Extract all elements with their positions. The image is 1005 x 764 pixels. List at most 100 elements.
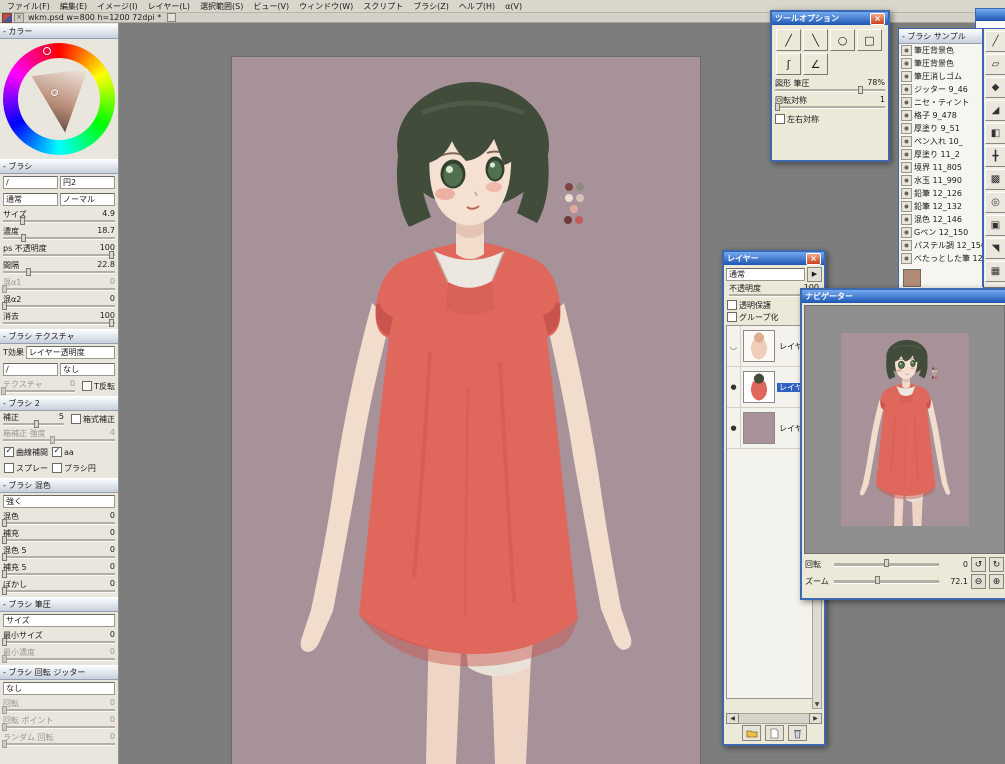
menu-item[interactable]: 編集(E) bbox=[55, 0, 92, 13]
zoom-in-button[interactable] bbox=[989, 574, 1004, 589]
aa-checkbox[interactable]: aa bbox=[52, 447, 74, 457]
color-swatch[interactable] bbox=[903, 269, 921, 287]
shape-tool-button[interactable] bbox=[830, 29, 855, 51]
slider-handle[interactable] bbox=[21, 234, 27, 242]
jitter-mode-select[interactable]: なし bbox=[3, 682, 115, 695]
brush-mode-select[interactable]: 通常 bbox=[3, 193, 58, 206]
mix-mode-select[interactable]: 強く bbox=[3, 495, 115, 508]
layer-thumbnail[interactable] bbox=[743, 412, 775, 444]
new-folder-button[interactable] bbox=[742, 725, 761, 741]
brush-sample-item[interactable]: 鉛筆 12_126 bbox=[899, 187, 983, 200]
texture-name-box[interactable]: なし bbox=[60, 363, 115, 376]
brush-texture-section-header[interactable]: - ブラシ テクスチャ bbox=[0, 329, 118, 344]
brush-param-slider[interactable]: 消去 100 bbox=[0, 310, 118, 327]
advanced-panel-button[interactable]: ▶ bbox=[807, 267, 822, 282]
slider-handle[interactable] bbox=[775, 103, 781, 111]
layer-thumbnail[interactable] bbox=[743, 371, 775, 403]
slider-handle[interactable] bbox=[2, 519, 8, 527]
color-wheel[interactable] bbox=[3, 43, 115, 155]
pressure-mode-select[interactable]: サイズ bbox=[3, 614, 115, 627]
layer-thumbnail[interactable] bbox=[743, 330, 775, 362]
tool-button[interactable] bbox=[985, 238, 1005, 259]
slider-handle[interactable] bbox=[2, 553, 8, 561]
brush-sample-item[interactable]: 筆圧消しゴム bbox=[899, 70, 983, 83]
layer-visibility-eye-icon[interactable] bbox=[727, 367, 741, 407]
sliver-titlebar[interactable] bbox=[976, 9, 1005, 21]
brush-sample-item[interactable]: 厚塗り 11_2 bbox=[899, 148, 983, 161]
texture-effect-select[interactable]: レイヤー透明度 bbox=[25, 346, 115, 359]
brush-name-box[interactable]: 円2 bbox=[60, 176, 115, 189]
mix-param-slider[interactable]: 補充 0 bbox=[0, 527, 118, 544]
slider-handle[interactable] bbox=[2, 706, 8, 714]
blend-mode-select[interactable]: 通常 bbox=[726, 268, 805, 281]
tool-button[interactable] bbox=[985, 77, 1005, 98]
tool-button[interactable] bbox=[985, 146, 1005, 167]
scroll-left-icon[interactable]: ◀ bbox=[726, 713, 739, 724]
navigator-titlebar[interactable]: ナビゲーター bbox=[802, 290, 1005, 303]
slider-handle[interactable] bbox=[857, 86, 863, 94]
brush-param-slider[interactable]: 混α1 0 bbox=[0, 276, 118, 293]
slider-handle[interactable] bbox=[883, 558, 889, 567]
shape-tool-button[interactable] bbox=[776, 53, 801, 75]
brush-sample-item[interactable]: べたっとした筆 12_157 bbox=[899, 252, 983, 265]
layers-titlebar[interactable]: レイヤー × bbox=[724, 252, 824, 265]
new-tab-button[interactable] bbox=[167, 13, 177, 22]
slider-handle[interactable] bbox=[108, 251, 114, 259]
document-tab[interactable]: wkm.psd w=800 h=1200 72dpi * bbox=[28, 13, 161, 22]
slider-handle[interactable] bbox=[2, 587, 8, 595]
correction-slider[interactable]: 補正 5 bbox=[0, 411, 67, 428]
scroll-track[interactable] bbox=[739, 713, 809, 724]
slider-handle[interactable] bbox=[2, 536, 8, 544]
slider-handle[interactable] bbox=[1, 386, 7, 395]
layer-visibility-eye-icon[interactable] bbox=[727, 408, 741, 448]
menu-item[interactable]: ビュー(V) bbox=[248, 0, 294, 13]
slider-handle[interactable] bbox=[875, 575, 881, 584]
brush-sample-item[interactable]: 水玉 11_990 bbox=[899, 174, 983, 187]
tool-button[interactable] bbox=[985, 31, 1005, 52]
brush-sample-item[interactable]: 境界 11_805 bbox=[899, 161, 983, 174]
group-checkbox[interactable]: グループ化 bbox=[727, 312, 779, 323]
brush-sample-item[interactable]: 混色 12_146 bbox=[899, 213, 983, 226]
brush-param-slider[interactable]: ps 不透明度 100 bbox=[0, 242, 118, 259]
menu-item[interactable]: スクリプト bbox=[358, 0, 408, 13]
jitter-param-slider[interactable]: ランダム 回転 0 bbox=[0, 731, 118, 748]
tool-button[interactable] bbox=[985, 123, 1005, 144]
brush-sample-item[interactable]: 格子 9_478 bbox=[899, 109, 983, 122]
slider-handle[interactable] bbox=[2, 655, 8, 663]
brush-param-slider[interactable]: サイズ 4.9 bbox=[0, 208, 118, 225]
texture-strength-slider[interactable]: テクスチャ 0 bbox=[0, 378, 78, 395]
close-button[interactable]: × bbox=[806, 252, 821, 265]
menu-item[interactable]: イメージ(I) bbox=[92, 0, 142, 13]
shape-tool-button[interactable] bbox=[776, 29, 801, 51]
curve-interp-checkbox[interactable]: 曲線補間 bbox=[4, 447, 48, 458]
spray-checkbox[interactable]: スプレー bbox=[4, 463, 48, 474]
shape-pressure-slider[interactable]: 図形 筆圧 78% bbox=[772, 77, 888, 94]
layer-visibility-eye-icon[interactable] bbox=[727, 326, 741, 366]
tool-button[interactable] bbox=[985, 261, 1005, 282]
canvas-artwork[interactable] bbox=[232, 57, 700, 764]
menu-item[interactable]: ブラシ(Z) bbox=[408, 0, 454, 13]
jitter-param-slider[interactable]: 回転 0 bbox=[0, 697, 118, 714]
brush-samples-header[interactable]: - ブラシ サンプル bbox=[899, 29, 983, 44]
rotate-cw-button[interactable] bbox=[989, 557, 1004, 572]
brush-circle-checkbox[interactable]: ブラシ円 bbox=[52, 463, 96, 474]
mix-param-slider[interactable]: 補充 5 0 bbox=[0, 561, 118, 578]
texture-invert-checkbox[interactable]: T反転 bbox=[82, 381, 115, 392]
brush-sample-item[interactable]: 筆圧背景色 bbox=[899, 44, 983, 57]
delete-layer-button[interactable] bbox=[788, 725, 807, 741]
tool-button[interactable] bbox=[985, 192, 1005, 213]
brush-jitter-section-header[interactable]: - ブラシ 回転 ジッター bbox=[0, 665, 118, 680]
brush-sample-item[interactable]: Gペン 12_150 bbox=[899, 226, 983, 239]
menu-item[interactable]: 選択範囲(S) bbox=[195, 0, 248, 13]
tool-options-titlebar[interactable]: ツールオプション × bbox=[772, 12, 888, 25]
menu-item[interactable]: ファイル(F) bbox=[2, 0, 55, 13]
zoom-slider[interactable] bbox=[834, 575, 939, 584]
brush-sample-item[interactable]: 鉛筆 12_132 bbox=[899, 200, 983, 213]
rotate-slider[interactable] bbox=[834, 558, 939, 567]
close-document-icon[interactable]: × bbox=[14, 12, 24, 23]
box-correction-checkbox[interactable]: 箱式補正 bbox=[71, 414, 115, 425]
rotate-ccw-button[interactable] bbox=[971, 557, 986, 572]
brush2-section-header[interactable]: - ブラシ 2 bbox=[0, 396, 118, 411]
mix-param-slider[interactable]: 混色 5 0 bbox=[0, 544, 118, 561]
tool-button[interactable] bbox=[985, 169, 1005, 190]
